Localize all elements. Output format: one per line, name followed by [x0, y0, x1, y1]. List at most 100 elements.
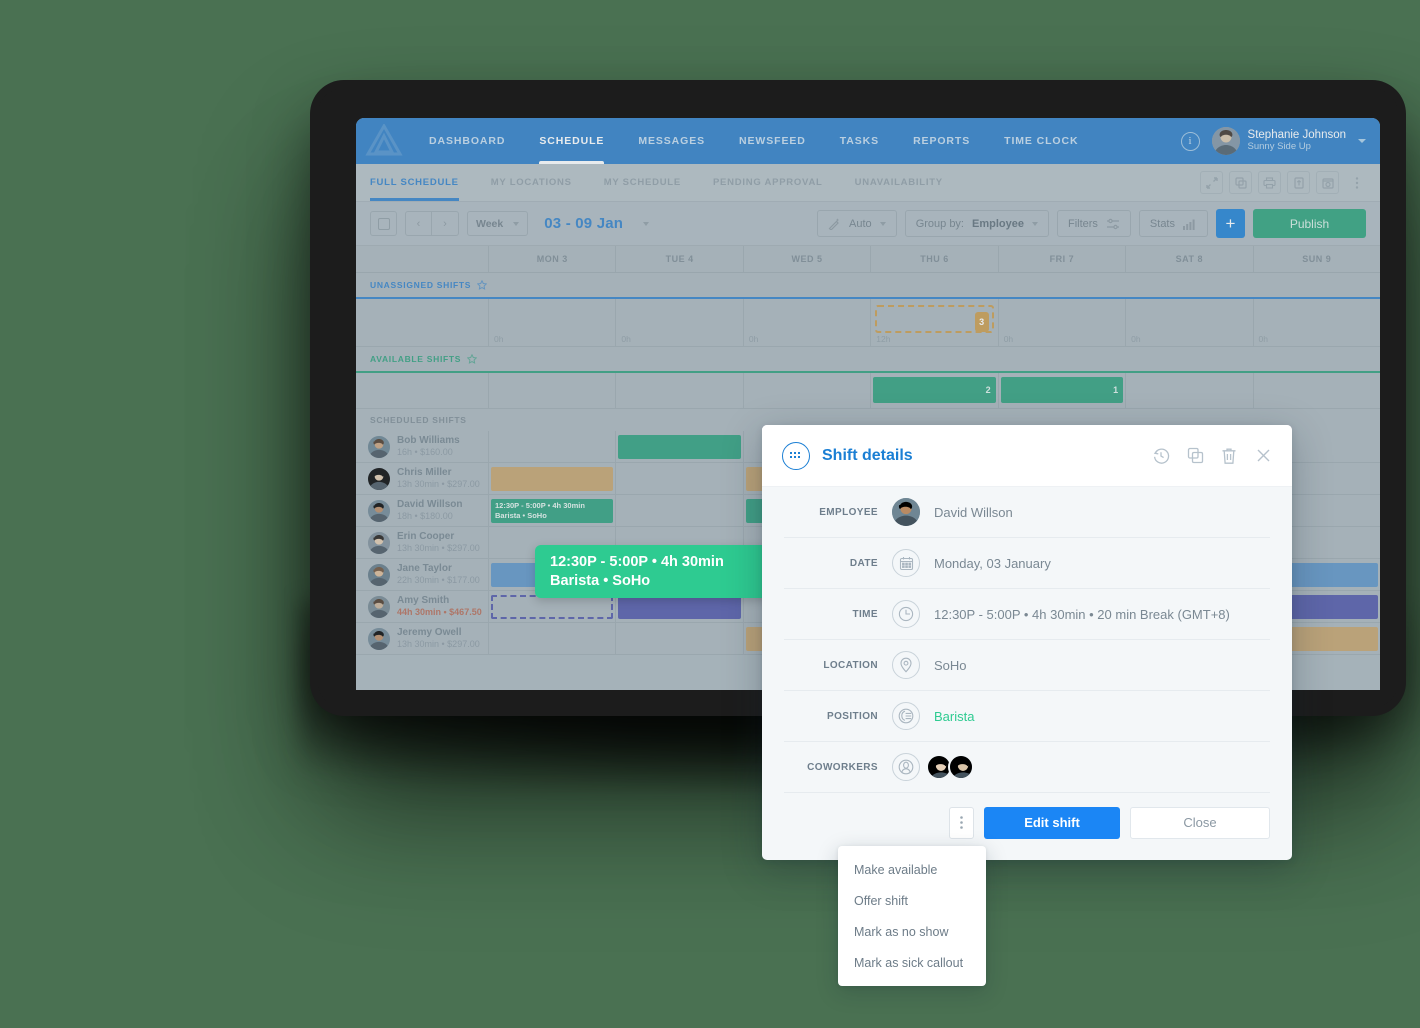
subnav-item-my-schedule[interactable]: MY SCHEDULE — [588, 164, 697, 201]
shift-block[interactable] — [491, 595, 614, 619]
day-header-2: WED 5 — [744, 246, 872, 272]
topnav-item-schedule[interactable]: SCHEDULE — [522, 118, 621, 164]
employee-row-head[interactable]: Chris Miller 13h 30min • $297.00 — [356, 463, 489, 494]
auto-schedule-button[interactable]: Auto — [817, 210, 897, 237]
shift-cell[interactable] — [616, 495, 744, 526]
employee-hours-cost: 44h 30min • $467.50 — [397, 607, 482, 618]
edit-shift-button[interactable]: Edit shift — [984, 806, 1120, 839]
unassigned-row-head — [356, 299, 489, 346]
unassigned-cell-1[interactable]: 0h — [616, 299, 744, 346]
view-mode-select[interactable]: Week — [467, 211, 529, 236]
menu-item-mark-as-sick-callout[interactable]: Mark as sick callout — [838, 947, 986, 978]
day-header-4: FRI 7 — [999, 246, 1127, 272]
shift-cell[interactable]: 12:30P - 5:00P • 4h 30min Barista • SoHo — [489, 495, 617, 526]
menu-item-offer-shift[interactable]: Offer shift — [838, 885, 986, 916]
topnav-item-dashboard[interactable]: DASHBOARD — [412, 118, 522, 164]
shift-block[interactable]: 12:30P - 5:00P • 4h 30min Barista • SoHo — [491, 499, 614, 523]
available-cell-6[interactable] — [1254, 373, 1380, 408]
available-cell-1[interactable] — [616, 373, 744, 408]
shift-details-icon — [782, 441, 810, 470]
shift-cell[interactable] — [616, 431, 744, 462]
copy-icon[interactable] — [1229, 171, 1252, 194]
shift-cell[interactable] — [489, 623, 617, 654]
more-options-button[interactable] — [949, 806, 974, 839]
available-shift-block[interactable]: 1 — [1000, 377, 1124, 403]
available-cell-5[interactable] — [1126, 373, 1254, 408]
filters-button[interactable]: Filters — [1056, 210, 1131, 237]
history-icon[interactable] — [1150, 445, 1172, 467]
subnav-item-pending-approval[interactable]: PENDING APPROVAL — [697, 164, 839, 201]
shift-cell[interactable] — [489, 431, 617, 462]
available-cell-0[interactable] — [489, 373, 617, 408]
employee-name: Jeremy Owell — [397, 626, 462, 638]
date-range-chevron-down-icon[interactable] — [643, 221, 650, 226]
employee-row-head[interactable]: Jeremy Owell 13h 30min • $297.00 — [356, 623, 489, 654]
shift-hover-tooltip: 12:30P - 5:00P • 4h 30min Barista • SoHo — [535, 545, 793, 598]
modal-fields: EMPLOYEE David Willson DATE Monday, 03 Janu… — [762, 487, 1292, 793]
modal-field-position: POSITION Barista — [784, 691, 1270, 742]
available-cell-3[interactable]: 2 — [871, 373, 999, 408]
add-shift-button[interactable]: + — [1216, 209, 1245, 238]
employee-name: Bob Williams — [397, 434, 460, 446]
unassigned-cell-3[interactable]: 3 12h — [871, 299, 999, 346]
duplicate-icon[interactable] — [1184, 445, 1206, 467]
sub-nav-items: FULL SCHEDULE MY LOCATIONS MY SCHEDULE PEND… — [356, 164, 959, 201]
snapshot-icon[interactable] — [1316, 171, 1339, 194]
menu-item-make-available[interactable]: Make available — [838, 854, 986, 885]
group-by-select[interactable]: Group by: Employee — [904, 210, 1049, 237]
available-cells: 21 — [489, 373, 1380, 408]
employee-row-head[interactable]: Erin Cooper 13h 30min • $297.00 — [356, 527, 489, 558]
shift-block[interactable] — [618, 595, 741, 619]
shift-cell[interactable] — [616, 623, 744, 654]
topnav-item-reports[interactable]: REPORTS — [896, 118, 987, 164]
stats-button[interactable]: Stats — [1138, 210, 1208, 237]
menu-item-mark-as-no-show[interactable]: Mark as no show — [838, 916, 986, 947]
export-icon[interactable] — [1287, 171, 1310, 194]
day-header-row: MON 3 TUE 4 WED 5 THU 6 FRI 7 SAT 8 SUN 9 — [356, 246, 1380, 273]
close-button[interactable]: Close — [1130, 806, 1270, 839]
available-cell-2[interactable] — [744, 373, 872, 408]
topnav-item-newsfeed[interactable]: NEWSFEED — [722, 118, 823, 164]
pin-icon[interactable] — [467, 353, 478, 365]
employee-row-head[interactable]: Amy Smith 44h 30min • $467.50 — [356, 591, 489, 622]
topnav-item-messages[interactable]: MESSAGES — [621, 118, 722, 164]
subnav-item-unavailability[interactable]: UNAVAILABILITY — [839, 164, 959, 201]
user-menu[interactable]: Stephanie Johnson Sunny Side Up — [1211, 127, 1366, 155]
app-logo-icon[interactable] — [356, 118, 412, 164]
shift-cell[interactable] — [489, 463, 617, 494]
print-icon[interactable] — [1258, 171, 1281, 194]
shift-block[interactable] — [491, 467, 614, 491]
unassigned-shift-block[interactable]: 3 — [875, 305, 994, 333]
employee-row-head[interactable]: Jane Taylor 22h 30min • $177.00 — [356, 559, 489, 590]
shift-block[interactable] — [618, 435, 741, 459]
coworker-avatars[interactable] — [926, 754, 974, 780]
pin-icon[interactable] — [477, 279, 488, 291]
unassigned-cell-5[interactable]: 0h — [1126, 299, 1254, 346]
topnav-item-tasks[interactable]: TASKS — [823, 118, 896, 164]
shift-cell[interactable] — [616, 463, 744, 494]
field-value: David Willson — [934, 504, 1013, 520]
employee-row-head[interactable]: David Willson 18h • $180.00 — [356, 495, 489, 526]
unassigned-cell-6[interactable]: 0h — [1254, 299, 1380, 346]
view-mode-value: Week — [476, 217, 504, 230]
close-icon[interactable] — [1252, 445, 1274, 467]
more-icon[interactable] — [1345, 171, 1368, 194]
unassigned-cell-2[interactable]: 0h — [744, 299, 872, 346]
employee-row-head[interactable]: Bob Williams 16h • $160.00 — [356, 431, 489, 462]
expand-icon[interactable] — [1200, 171, 1223, 194]
next-week-button[interactable]: › — [432, 212, 458, 235]
publish-button[interactable]: Publish — [1253, 209, 1366, 238]
unassigned-cell-4[interactable]: 0h — [999, 299, 1127, 346]
date-range-label[interactable]: 03 - 09 Jan — [536, 215, 623, 232]
topnav-item-time-clock[interactable]: TIME CLOCK — [987, 118, 1095, 164]
unassigned-cell-0[interactable]: 0h — [489, 299, 617, 346]
prev-week-button[interactable]: ‹ — [406, 212, 432, 235]
available-shift-block[interactable]: 2 — [873, 377, 996, 403]
section-header-unassigned: UNASSIGNED SHIFTS — [356, 273, 1380, 299]
available-cell-4[interactable]: 1 — [999, 373, 1127, 408]
info-icon[interactable]: i — [1180, 131, 1200, 151]
subnav-item-full-schedule[interactable]: FULL SCHEDULE — [356, 164, 475, 201]
trash-icon[interactable] — [1218, 445, 1240, 467]
select-all-checkbox[interactable] — [370, 211, 397, 236]
subnav-item-my-locations[interactable]: MY LOCATIONS — [475, 164, 588, 201]
